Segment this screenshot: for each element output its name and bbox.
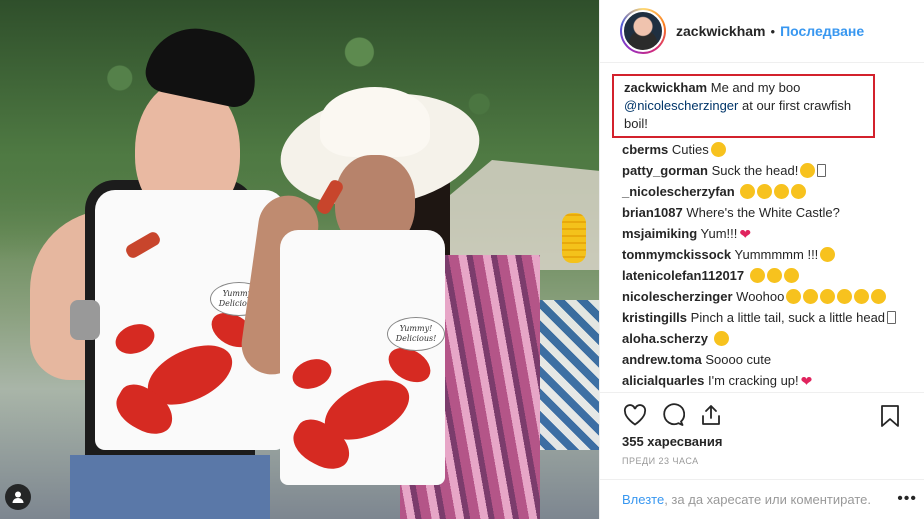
- bib-text-yummy: Yummy!: [399, 324, 433, 333]
- emoji-face-icon: [783, 268, 799, 283]
- tagged-users-button[interactable]: [5, 484, 31, 510]
- share-button[interactable]: [698, 402, 724, 428]
- action-bar: [600, 392, 924, 436]
- comment-row: aloha.scherzy: [600, 330, 924, 348]
- comment-text: Where's the White Castle?: [686, 205, 840, 220]
- comment-row: tommymckissock Yummmmm !!!: [600, 246, 924, 264]
- heart-emoji-icon: [739, 225, 753, 243]
- comment-text: Pinch a little tail, suck a little head: [690, 310, 886, 325]
- photo-corn-cob: [562, 213, 586, 263]
- post-photo[interactable]: Yummy! Delicious! Yummy! Delicious!: [0, 0, 599, 519]
- lobster-print: Yummy! Delicious!: [286, 317, 445, 478]
- likes-count[interactable]: 355 харесвания: [622, 434, 722, 449]
- comment-icon: [663, 402, 685, 426]
- emoji-face-icon: [786, 289, 802, 304]
- comment-username[interactable]: _nicolescherzyfan: [622, 184, 735, 199]
- follow-button[interactable]: Последване: [780, 23, 864, 39]
- emoji-face-icon: [820, 247, 836, 262]
- photo-man-watch: [70, 300, 100, 340]
- comment-row: msjaimiking Yum!!!: [600, 225, 924, 243]
- emoji-face-icon: [757, 184, 773, 199]
- comment-text: Woohoo: [736, 289, 785, 304]
- bookmark-icon: [881, 405, 899, 427]
- emoji-face-icon: [710, 142, 726, 157]
- user-icon: [12, 491, 24, 503]
- emoji-face-icon: [749, 268, 765, 283]
- heart-emoji-icon: [801, 372, 815, 390]
- comment-text: Suck the head!: [711, 163, 799, 178]
- comment-username[interactable]: tommymckissock: [622, 247, 731, 262]
- comment-row: patty_gorman Suck the head!: [600, 162, 924, 180]
- missing-glyph-icon: [887, 311, 897, 324]
- photo-woman-hat-crown: [320, 87, 430, 157]
- bib-speech-bubble: Yummy! Delicious!: [387, 317, 445, 351]
- photo-person-woman: Yummy! Delicious!: [237, 81, 586, 519]
- emoji-face-icon: [871, 289, 887, 304]
- comment-username[interactable]: alicialquarles: [622, 373, 704, 388]
- comment-username[interactable]: kristingills: [622, 310, 687, 325]
- emoji-face-icon: [854, 289, 870, 304]
- comment-text: Yummmmm !!!: [734, 247, 819, 262]
- avatar[interactable]: [620, 8, 666, 54]
- comment-row: andrew.toma Soooo cute: [600, 351, 924, 369]
- comment-row: nicolescherzinger Woohoo: [600, 288, 924, 306]
- caption-username[interactable]: zackwickham: [624, 80, 707, 95]
- emoji-face-icon: [791, 184, 807, 199]
- post-timestamp[interactable]: ПРЕДИ 23 ЧАСА: [622, 456, 699, 466]
- post-header: zackwickham • Последване: [600, 0, 924, 63]
- emoji-face-icon: [740, 184, 756, 199]
- header-separator: •: [770, 23, 776, 39]
- emoji-face-icon: [837, 289, 853, 304]
- comment-rows: cberms Cuties patty_gorman Suck the head!…: [600, 141, 924, 390]
- comment-username[interactable]: andrew.toma: [622, 352, 702, 367]
- emoji-face-icon: [713, 331, 729, 346]
- comment-username[interactable]: msjaimiking: [622, 226, 697, 241]
- comment-username[interactable]: nicolescherzinger: [622, 289, 733, 304]
- comment-text: Cuties: [671, 142, 709, 157]
- missing-glyph-icon: [817, 164, 827, 177]
- avatar-image: [622, 10, 664, 52]
- comment-row: kristingills Pinch a little tail, suck a…: [600, 309, 924, 327]
- photo-jeans: [70, 455, 270, 519]
- comment-row: cberms Cuties: [600, 141, 924, 159]
- post-side-panel: zackwickham • Последване zackwickham Me …: [599, 0, 924, 519]
- comment-username[interactable]: aloha.scherzy: [622, 331, 708, 346]
- comment-text: I'm cracking up!: [708, 373, 799, 388]
- comment-username[interactable]: brian1087: [622, 205, 683, 220]
- caption-text-before: Me and my boo: [710, 80, 801, 95]
- header-username[interactable]: zackwickham: [676, 23, 766, 39]
- caption-mention-link[interactable]: @nicolescherzinger: [624, 98, 738, 113]
- emoji-face-icon: [774, 184, 790, 199]
- login-prompt-text: , за да харесате или коментирате.: [664, 492, 871, 507]
- instagram-post-window: Yummy! Delicious! Yummy! Delicious! zack…: [0, 0, 924, 519]
- emoji-face-icon: [800, 163, 816, 178]
- more-options-icon[interactable]: •••: [897, 490, 917, 508]
- comment-button[interactable]: [660, 402, 686, 428]
- comments-list[interactable]: zackwickham Me and my boo @nicolescherzi…: [600, 64, 924, 390]
- comment-row: brian1087 Where's the White Castle?: [600, 204, 924, 222]
- comment-text: Yum!!!: [700, 226, 738, 241]
- emoji-face-icon: [803, 289, 819, 304]
- caption-highlight: zackwickham Me and my boo @nicolescherzi…: [612, 74, 875, 138]
- login-prompt: Влезте , за да харесате или коментирате.…: [600, 479, 924, 519]
- emoji-face-icon: [820, 289, 836, 304]
- comment-row: alicialquarles I'm cracking up!: [600, 372, 924, 390]
- like-button[interactable]: [622, 402, 648, 428]
- comment-row: latenicolefan112017: [600, 267, 924, 285]
- comment-username[interactable]: cberms: [622, 142, 668, 157]
- heart-icon: [623, 403, 647, 426]
- save-button[interactable]: [877, 403, 903, 429]
- bib-text-delicious: Delicious!: [395, 334, 437, 343]
- photo-woman-bib: Yummy! Delicious!: [280, 230, 445, 485]
- emoji-face-icon: [766, 268, 782, 283]
- login-link[interactable]: Влезте: [622, 492, 664, 507]
- comment-username[interactable]: patty_gorman: [622, 163, 708, 178]
- comment-row: _nicolescherzyfan: [600, 183, 924, 201]
- comment-username[interactable]: latenicolefan112017: [622, 268, 744, 283]
- comment-text: Soooo cute: [705, 352, 772, 367]
- share-icon: [702, 404, 720, 425]
